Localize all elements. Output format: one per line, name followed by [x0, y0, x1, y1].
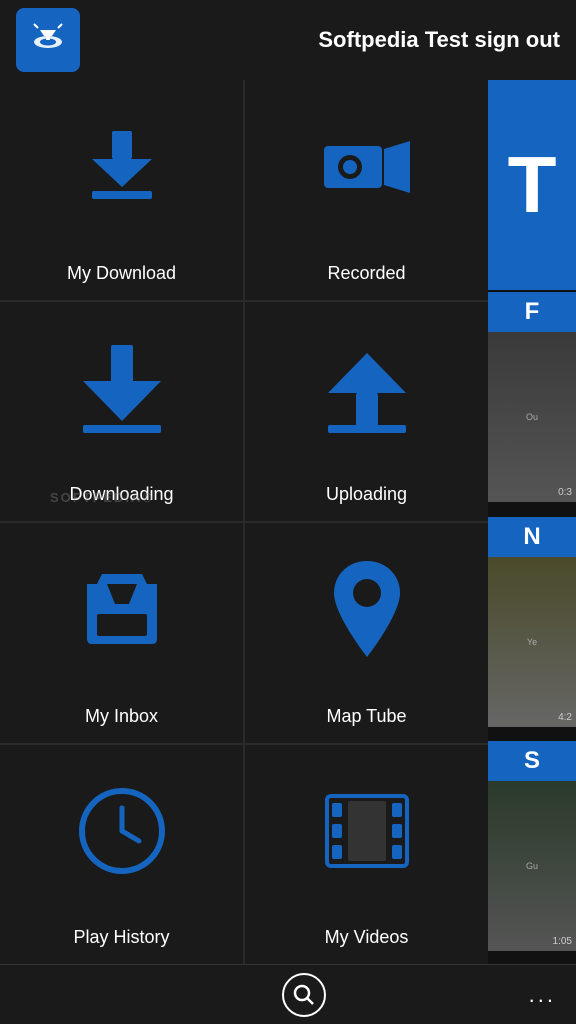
sidebar-letter-s: S: [524, 747, 540, 775]
uploading-label: Uploading: [326, 484, 407, 505]
grid-container: My Download Recorded: [0, 80, 488, 964]
header-title: Softpedia Test sign out: [318, 27, 560, 53]
my-inbox-label: My Inbox: [85, 706, 158, 727]
clock-icon: [77, 745, 167, 918]
my-download-label: My Download: [67, 263, 176, 284]
downloading-label: Downloading: [69, 484, 173, 505]
grid-item-my-download[interactable]: My Download: [0, 80, 243, 300]
sidebar-item-f[interactable]: F Ou 0:3: [488, 290, 576, 515]
map-tube-label: Map Tube: [326, 706, 406, 727]
download-large-icon: [77, 302, 167, 475]
my-videos-label: My Videos: [325, 927, 409, 948]
upload-large-icon: [322, 302, 412, 475]
app-logo-icon: [16, 8, 80, 72]
grid-item-recorded[interactable]: Recorded: [245, 80, 488, 300]
sidebar-letter-n: N: [523, 523, 540, 551]
bottom-bar: ...: [0, 964, 576, 1024]
sidebar-top-letter: T: [508, 139, 557, 231]
more-options-button[interactable]: ...: [529, 982, 556, 1008]
right-sidebar: T F Ou 0:3 N Ye 4:2 S: [488, 80, 576, 964]
sidebar-duration-2: 1:05: [553, 936, 572, 947]
film-strip-icon: [322, 745, 412, 918]
main-area: My Download Recorded: [0, 80, 576, 964]
sidebar-thumb-gu: Gu: [526, 861, 538, 871]
download-small-icon: [82, 80, 162, 253]
search-button[interactable]: [282, 973, 326, 1017]
app-header: Softpedia Test sign out: [0, 0, 576, 80]
sidebar-item-s[interactable]: S Gu 1:05: [488, 739, 576, 964]
record-camera-icon: [322, 80, 412, 253]
grid-item-map-tube[interactable]: Map Tube: [245, 523, 488, 743]
grid-item-uploading[interactable]: Uploading: [245, 302, 488, 522]
grid-item-play-history[interactable]: Play History: [0, 745, 243, 965]
play-history-label: Play History: [73, 927, 169, 948]
grid-item-downloading[interactable]: Downloading: [0, 302, 243, 522]
grid-item-my-inbox[interactable]: My Inbox: [0, 523, 243, 743]
sidebar-item-n[interactable]: N Ye 4:2: [488, 515, 576, 740]
sidebar-duration-1: 4:2: [558, 712, 572, 723]
sidebar-duration-0: 0:3: [558, 487, 572, 498]
sidebar-top-item[interactable]: T: [488, 80, 576, 290]
inbox-tray-icon: [77, 523, 167, 696]
grid-item-my-videos[interactable]: My Videos: [245, 745, 488, 965]
sidebar-thumb-ye: Ye: [527, 637, 537, 647]
recorded-label: Recorded: [327, 263, 405, 284]
sidebar-thumb-ou: Ou: [526, 412, 538, 422]
sidebar-letter-f: F: [525, 298, 540, 326]
map-pin-icon: [332, 523, 402, 696]
